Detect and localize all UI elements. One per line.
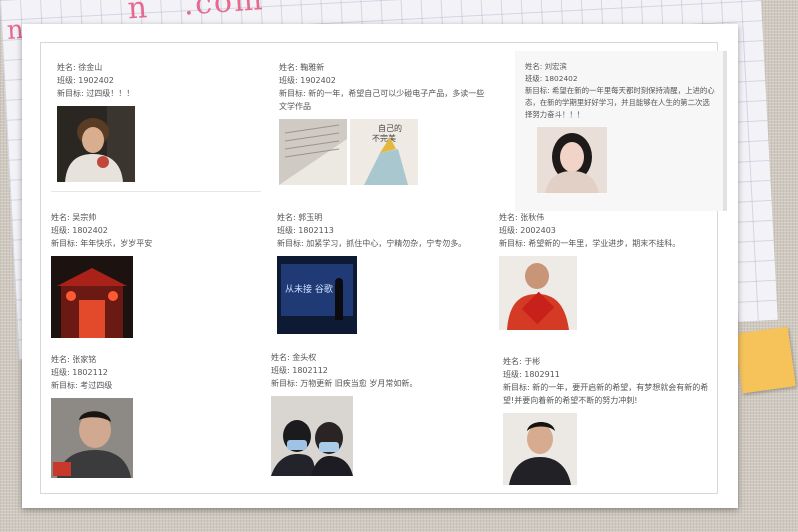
book-text-line1: 自己的 <box>378 123 402 133</box>
goal-line: 新目标: 过四级！！！ <box>57 89 135 98</box>
class-line: 班级: 1802911 <box>503 370 560 379</box>
student-entry: 姓名: 吴宗帅 班级: 1802402 新目标: 年年快乐，岁岁平安 <box>51 211 261 338</box>
name-line: 姓名: 张家铭 <box>51 355 97 364</box>
student-entry: 姓名: 金头权 班级: 1802112 新目标: 万物更新 旧疾当愈 岁月常如新… <box>271 351 491 476</box>
goal-line: 新目标: 年年快乐，岁岁平安 <box>51 239 153 248</box>
name-line: 姓名: 吴宗帅 <box>51 213 97 222</box>
student-goals-card: 姓名: 徐金山 班级: 1902402 新目标: 过四级！！！ 姓名: 鞠雅新 … <box>22 24 738 508</box>
student-photo <box>499 256 577 330</box>
student-photo <box>57 106 135 182</box>
goal-line: 新目标: 希望新的一年里，学业进步，期末不挂科。 <box>499 239 681 248</box>
student-entry: 姓名: 刘宏滨 班级: 1802402 新目标: 希望在新的一年里每天都时刻保持… <box>525 61 715 193</box>
student-entry: 姓名: 于彬 班级: 1802911 新目标: 新的一年，要开启新的希望，有梦想… <box>503 355 713 485</box>
name-line: 姓名: 张秋伟 <box>499 213 545 222</box>
goal-line: 新目标: 万物更新 旧疾当愈 岁月常如新。 <box>271 379 418 388</box>
book-text-line2: 不完美 <box>372 133 396 143</box>
name-line: 姓名: 于彬 <box>503 357 541 366</box>
goal-line: 新目标: 希望在新的一年里每天都时刻保持清醒，上进的心态，在新的学期里好好学习，… <box>525 86 715 119</box>
decorative-letter-right: n .com <box>126 0 266 27</box>
class-line: 班级: 2002403 <box>499 226 556 235</box>
student-photo <box>537 127 607 193</box>
student-entry: 姓名: 张秋伟 班级: 2002403 新目标: 希望新的一年里，学业进步，期末… <box>499 211 709 330</box>
student-photo: 自己的 不完美 <box>279 119 419 185</box>
goals-panel: 姓名: 徐金山 班级: 1902402 新目标: 过四级！！！ 姓名: 鞠雅新 … <box>40 42 727 494</box>
sticky-note <box>734 326 796 394</box>
class-line: 班级: 1802402 <box>51 226 108 235</box>
student-entry: 姓名: 鞠雅新 班级: 1902402 新目标: 新的一年，希望自己可以少碰电子… <box>279 61 489 185</box>
goal-line: 新目标: 加紧学习，抓住中心，宁精勿杂，宁专勿多。 <box>277 239 467 248</box>
student-entry: 姓名: 郭玉明 班级: 1802113 新目标: 加紧学习，抓住中心，宁精勿杂，… <box>277 211 497 334</box>
name-line: 姓名: 刘宏滨 <box>525 62 567 71</box>
student-photo <box>503 413 577 485</box>
class-line: 班级: 1802113 <box>277 226 334 235</box>
student-entry: 姓名: 张家铭 班级: 1802112 新目标: 考过四级 <box>51 353 261 478</box>
class-line: 班级: 1802112 <box>271 366 328 375</box>
goal-line: 新目标: 新的一年，希望自己可以少碰电子产品，多读一些文学作品 <box>279 89 485 111</box>
goal-line: 新目标: 新的一年，要开启新的希望，有梦想就会有新的希望!并要向着新的希望不断的… <box>503 383 709 405</box>
student-photo: 从未接 谷歌 <box>277 256 357 334</box>
name-line: 姓名: 郭玉明 <box>277 213 323 222</box>
student-entry: 姓名: 徐金山 班级: 1902402 新目标: 过四级！！！ <box>57 61 257 182</box>
name-line: 姓名: 金头权 <box>271 353 317 362</box>
class-line: 班级: 1902402 <box>57 76 114 85</box>
divider <box>51 191 261 192</box>
screen-text: 从未接 谷歌 <box>285 283 333 295</box>
student-photo <box>271 396 353 476</box>
student-photo <box>51 256 133 338</box>
name-line: 姓名: 徐金山 <box>57 63 103 72</box>
student-photo <box>51 398 133 478</box>
goal-line: 新目标: 考过四级 <box>51 381 113 390</box>
name-line: 姓名: 鞠雅新 <box>279 63 325 72</box>
class-line: 班级: 1802112 <box>51 368 108 377</box>
class-line: 班级: 1902402 <box>279 76 336 85</box>
class-line: 班级: 1802402 <box>525 74 578 83</box>
